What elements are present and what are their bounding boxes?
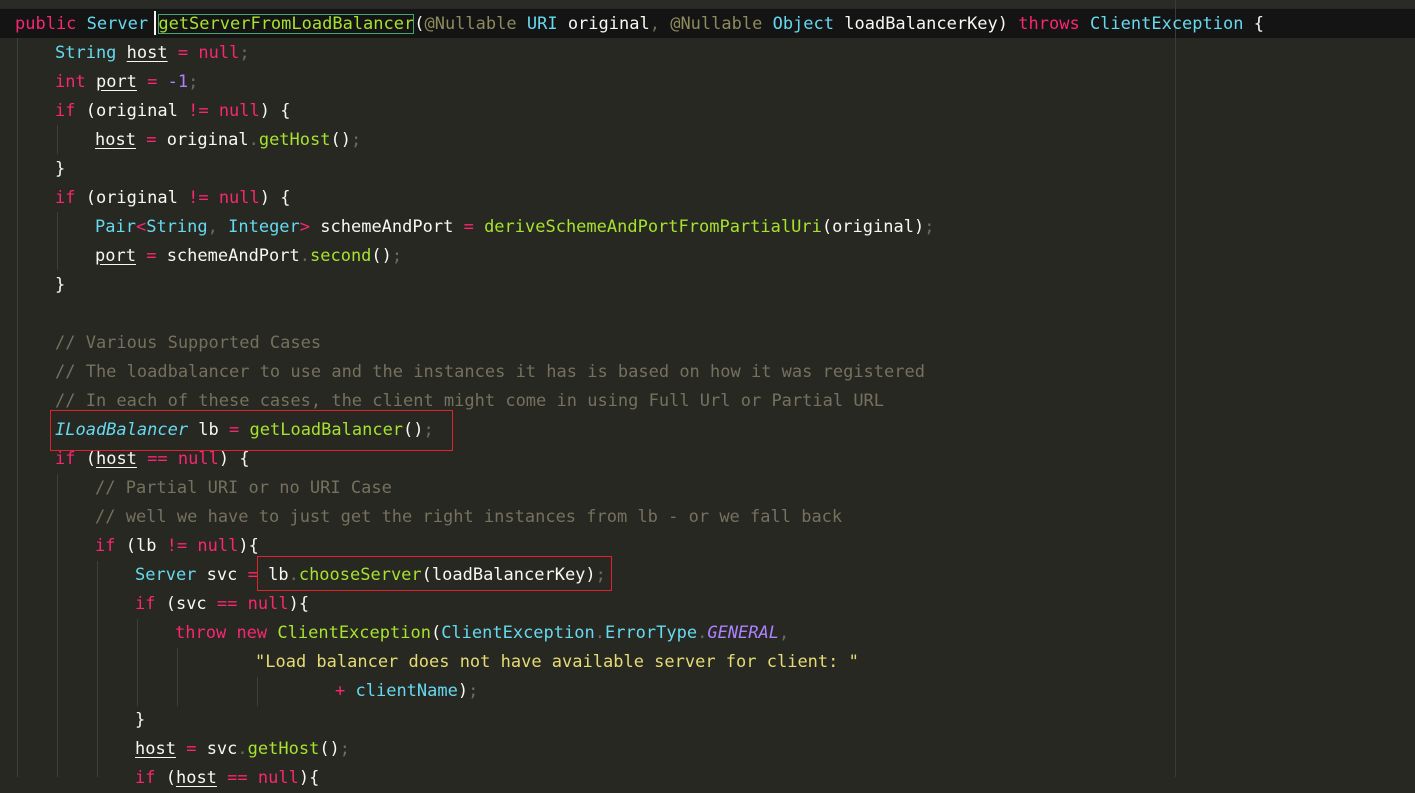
right-margin-guide	[1175, 0, 1176, 777]
highlight-box-choose-server	[257, 556, 612, 591]
open-brace: {	[1253, 14, 1264, 34]
code-editor[interactable]: public Server getServerFromLoadBalancer(…	[0, 0, 1415, 788]
code-line[interactable]: Pair<String, Integer> schemeAndPort = de…	[95, 213, 934, 242]
scroll-top-strip	[0, 0, 1415, 8]
code-comment[interactable]: // well we have to just get the right in…	[95, 503, 842, 532]
code-line[interactable]: if (original != null) {	[55, 97, 290, 126]
open-paren: (	[414, 14, 425, 34]
param-loadBalancerKey: loadBalancerKey)	[844, 14, 1009, 34]
code-line[interactable]: int port = -1;	[55, 68, 198, 97]
return-type: Server	[86, 14, 149, 34]
string-literal-error-message[interactable]: "Load balancer does not have available s…	[255, 648, 859, 677]
annotation-nullable: @Nullable	[424, 14, 517, 34]
annotation-nullable: @Nullable	[670, 14, 763, 34]
indent-guide	[137, 619, 138, 706]
keyword-public: public	[15, 14, 77, 34]
code-line[interactable]: if (svc == null){	[135, 590, 309, 619]
code-line[interactable]: host = original.getHost();	[95, 126, 361, 155]
indent-guide	[57, 125, 58, 154]
code-comment[interactable]: // Partial URI or no URI Case	[95, 474, 392, 503]
indent-guide	[97, 561, 98, 777]
code-line[interactable]: port = schemeAndPort.second();	[95, 242, 402, 271]
code-comment[interactable]: // The loadbalancer to use and the insta…	[55, 358, 925, 387]
code-line[interactable]: if (host == null) {	[55, 445, 250, 474]
code-line[interactable]: }	[135, 706, 145, 735]
code-line[interactable]: if (lb != null){	[95, 532, 259, 561]
code-line[interactable]: }	[55, 155, 65, 184]
indent-guide	[177, 648, 178, 706]
code-line[interactable]: if (original != null) {	[55, 184, 290, 213]
code-line[interactable]: throw new ClientException(ClientExceptio…	[175, 619, 789, 648]
keyword-throws: throws	[1018, 14, 1080, 34]
method-name-getServerFromLoadBalancer[interactable]: getServerFromLoadBalancer	[158, 14, 415, 34]
indent-guide	[57, 212, 58, 270]
exception-type: ClientException	[1089, 14, 1244, 34]
indent-guide	[57, 474, 58, 777]
text-caret	[154, 11, 156, 35]
code-line[interactable]: String host = null;	[55, 39, 250, 68]
indent-guide	[257, 677, 258, 706]
comma: ,	[649, 14, 660, 34]
code-line-partial[interactable]: if (host == null){	[135, 764, 319, 793]
code-line-method-signature[interactable]: public Server getServerFromLoadBalancer(…	[15, 10, 1264, 39]
param-type-uri: URI	[526, 14, 558, 34]
param-type-object: Object	[772, 14, 834, 34]
code-line[interactable]: + clientName);	[335, 677, 478, 706]
indent-guide	[17, 38, 18, 777]
param-original: original	[567, 14, 650, 34]
code-line[interactable]: }	[55, 271, 65, 300]
code-comment[interactable]: // Various Supported Cases	[55, 329, 321, 358]
code-line[interactable]: host = svc.getHost();	[135, 735, 350, 764]
